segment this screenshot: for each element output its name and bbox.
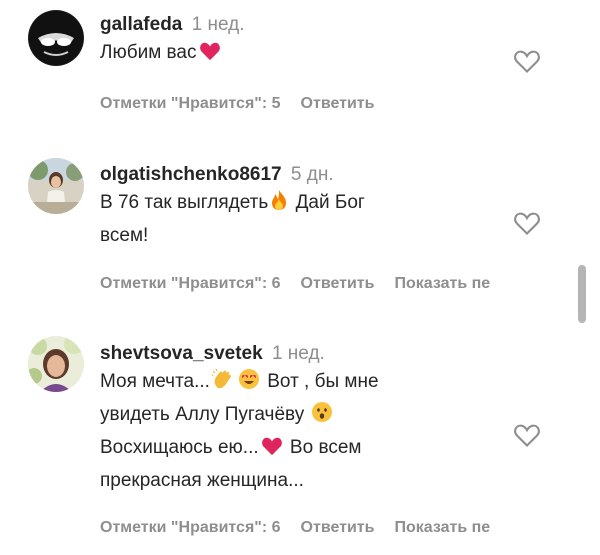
like-button[interactable] <box>513 210 543 236</box>
heart-outline-icon <box>514 212 540 235</box>
show-translation-button[interactable]: Показать пе <box>394 275 490 292</box>
comment-text: Моя мечта... Вот , бы мне увидеть Аллу П… <box>100 367 515 496</box>
likes-count-link[interactable]: Отметки "Нравится": 5 <box>100 95 281 112</box>
red-heart-emoji <box>199 41 221 71</box>
clapping-hands-emoji <box>211 368 234 400</box>
surprised-face-emoji <box>311 401 333 433</box>
comment-username[interactable]: shevtsova_svetek <box>100 343 263 364</box>
avatar-image <box>28 158 84 214</box>
comment-actions: Отметки "Нравится": 6 Ответить Показать пе <box>100 519 575 537</box>
reply-button[interactable]: Ответить <box>301 519 375 536</box>
avatar-image <box>28 10 84 66</box>
comment-time[interactable]: 5 дн. <box>291 164 334 185</box>
comment-actions: Отметки "Нравится": 5 Ответить <box>100 95 394 113</box>
avatar[interactable] <box>28 158 84 214</box>
fire-emoji <box>270 189 288 221</box>
comment-text: В 76 так выглядеть Дай Бог всем! <box>100 188 515 251</box>
comment-username[interactable]: gallafeda <box>100 14 182 35</box>
heart-eyes-emoji <box>238 368 260 400</box>
reply-button[interactable]: Ответить <box>301 275 375 292</box>
like-button[interactable] <box>513 422 543 448</box>
show-translation-button[interactable]: Показать пе <box>394 519 490 536</box>
reply-button[interactable]: Ответить <box>301 95 375 112</box>
comment-username[interactable]: olgatishchenko8617 <box>100 164 282 185</box>
comments-list[interactable]: gallafeda 1 нед. Любим вас Отметки "Нрав… <box>0 0 575 555</box>
comment-actions: Отметки "Нравится": 6 Ответить Показать пе <box>100 275 575 293</box>
avatar[interactable] <box>28 10 84 66</box>
likes-count-link[interactable]: Отметки "Нравится": 6 <box>100 519 281 536</box>
heart-outline-icon <box>514 424 540 447</box>
comment-time[interactable]: 1 нед. <box>192 14 245 35</box>
comment-time[interactable]: 1 нед. <box>272 343 325 364</box>
red-heart-emoji <box>261 436 283 466</box>
avatar-image <box>28 336 84 392</box>
avatar[interactable] <box>28 336 84 392</box>
like-button[interactable] <box>513 48 543 74</box>
likes-count-link[interactable]: Отметки "Нравится": 6 <box>100 275 281 292</box>
heart-outline-icon <box>514 50 540 73</box>
comment-text: Любим вас <box>100 38 515 71</box>
scrollbar-thumb[interactable] <box>578 265 586 323</box>
